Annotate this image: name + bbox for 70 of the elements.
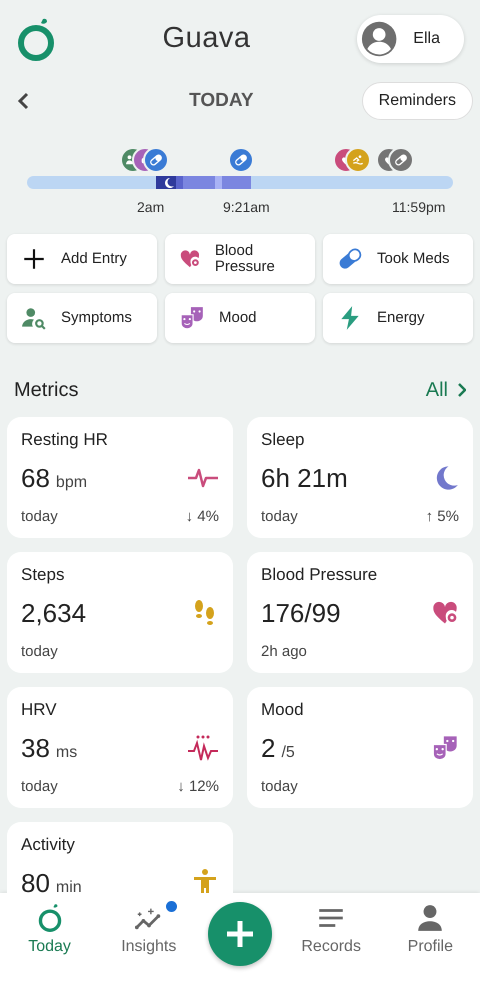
metric-card[interactable]: Steps 2,634 today xyxy=(7,552,233,673)
quick-action-button[interactable]: Blood Pressure xyxy=(165,234,315,284)
metric-title: Blood Pressure xyxy=(261,564,378,586)
metric-period: today xyxy=(21,506,58,526)
pill-icon xyxy=(148,152,164,168)
metric-title: Resting HR xyxy=(21,429,109,451)
theater-masks-icon xyxy=(179,305,205,331)
time-label: 2am xyxy=(137,198,164,217)
metric-value: 2 xyxy=(261,732,276,762)
metric-unit: min xyxy=(56,878,82,893)
metric-change: ↓ 12% xyxy=(177,776,219,796)
nav-tab[interactable]: Profile xyxy=(390,903,470,959)
quick-action-button[interactable]: Add Entry xyxy=(7,234,157,284)
quick-action-button[interactable]: Took Meds xyxy=(323,234,473,284)
user-button[interactable]: Ella xyxy=(356,15,464,63)
heart-rate-variability-icon xyxy=(187,734,219,762)
metric-title: Activity xyxy=(21,834,76,856)
metric-title: HRV xyxy=(21,699,58,721)
metric-period: today xyxy=(21,776,58,796)
metric-change: ↓ 4% xyxy=(186,506,219,526)
metric-card[interactable]: Resting HR 68 bpm today ↓ 4% xyxy=(7,417,233,538)
metric-card[interactable]: Sleep 6h 21m today ↑ 5% xyxy=(247,417,473,538)
person-arms-out-icon xyxy=(191,869,219,893)
metric-period: today xyxy=(21,642,58,662)
pill-icon xyxy=(393,152,409,168)
quick-action-button[interactable]: Symptoms xyxy=(7,293,157,343)
metric-unit: /5 xyxy=(281,744,295,760)
metric-card[interactable]: HRV 38 ms today ↓ 12% xyxy=(7,687,233,808)
guava-logo xyxy=(16,17,56,61)
metric-card[interactable]: Mood 2 /5 today xyxy=(247,687,473,808)
metric-value: 2,634 xyxy=(21,598,86,628)
metric-card[interactable]: Blood Pressure 176/99 2h ago xyxy=(247,552,473,673)
metric-period: 2h ago xyxy=(261,642,307,662)
metric-title: Mood xyxy=(261,699,305,721)
theater-masks-icon xyxy=(431,734,459,762)
reminders-button[interactable]: Reminders xyxy=(362,82,473,120)
nav-tab[interactable]: Today xyxy=(10,903,90,959)
avatar-icon xyxy=(360,20,398,58)
metric-change: ↑ 5% xyxy=(426,506,459,526)
event-marker[interactable] xyxy=(143,147,169,173)
metric-title: Sleep xyxy=(261,429,306,451)
metric-value: 176/99 xyxy=(261,598,341,628)
metric-value: 38 xyxy=(21,732,50,762)
see-all-link[interactable]: All xyxy=(426,375,466,405)
metric-period: today xyxy=(261,776,298,796)
add-button[interactable] xyxy=(208,902,272,966)
metric-value: 80 xyxy=(21,868,50,893)
metric-value: 6h 21m xyxy=(261,462,348,492)
metric-period: today xyxy=(261,506,298,526)
event-marker[interactable] xyxy=(388,147,414,173)
metric-value: 68 xyxy=(21,462,50,492)
metric-unit: bpm xyxy=(56,474,88,490)
nav-tab[interactable]: Insights xyxy=(108,903,189,959)
event-marker[interactable] xyxy=(345,147,371,173)
metric-title: Steps xyxy=(21,564,66,586)
metric-unit: ms xyxy=(56,744,78,760)
nav-tab[interactable]: Records xyxy=(291,903,372,959)
quick-action-button[interactable]: Energy xyxy=(323,293,473,343)
chevron-left-icon xyxy=(17,92,29,110)
day-label: TODAY xyxy=(189,88,254,113)
section-title: Metrics xyxy=(14,378,78,403)
time-label: 9:21am xyxy=(223,198,270,217)
chevron-right-icon xyxy=(458,383,466,397)
pill-icon xyxy=(233,152,249,168)
app-title: Guava xyxy=(162,21,250,56)
metric-card[interactable]: Activity 80 min xyxy=(7,822,233,893)
plus-icon xyxy=(224,919,255,949)
person-icon xyxy=(126,155,132,165)
time-label: 11:59pm xyxy=(392,198,446,217)
quick-action-button[interactable]: Mood xyxy=(165,293,315,343)
